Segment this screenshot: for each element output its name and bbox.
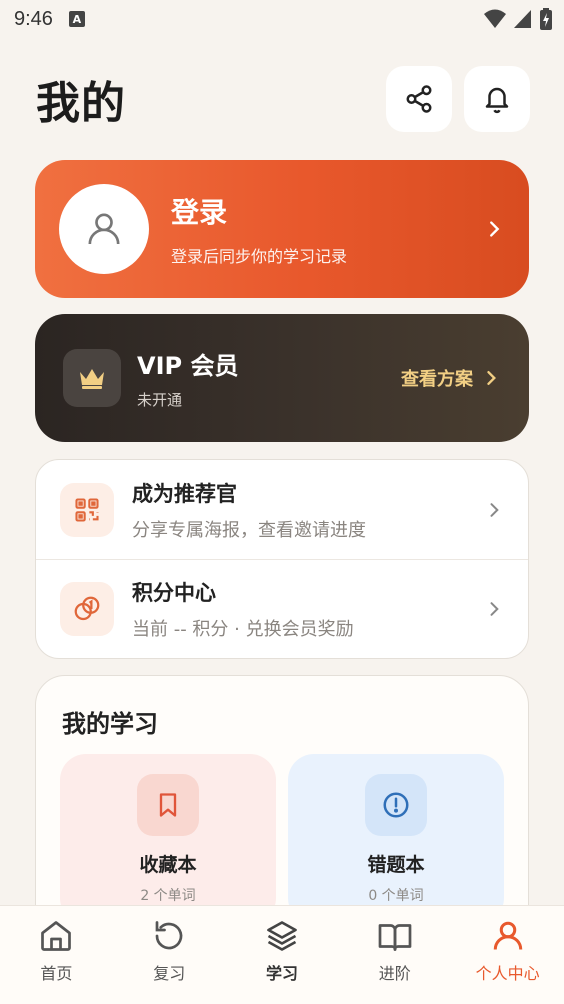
login-title: 登录: [171, 196, 228, 229]
menu-item-subtitle: 当前 -- 积分 · 兑换会员奖励: [132, 619, 354, 640]
crown-badge: [63, 349, 121, 407]
wifi-icon: [484, 9, 506, 28]
vip-status: 未开通: [137, 391, 183, 409]
menu-text: 积分中心 当前 -- 积分 · 兑换会员奖励: [132, 577, 484, 641]
menu-item-title: 成为推荐官: [132, 481, 237, 506]
header-actions: [386, 66, 530, 132]
login-text: 登录 登录后同步你的学习记录: [171, 191, 483, 267]
battery-icon: [540, 8, 552, 30]
vip-plans-link[interactable]: 查看方案: [401, 365, 501, 391]
nav-label: 个人中心: [475, 964, 540, 983]
user-icon: [493, 921, 522, 950]
vip-title: VIP 会员: [137, 352, 239, 380]
crown-icon: [80, 369, 104, 389]
coins-icon: [74, 596, 100, 621]
alert-circle-icon: [383, 792, 409, 818]
menu-item-points[interactable]: 积分中心 当前 -- 积分 · 兑换会员奖励: [36, 559, 528, 658]
tile-label: 错题本: [367, 854, 425, 876]
my-study-card: 我的学习 收藏本 2 个单词 错题本 0 个单词: [35, 675, 529, 935]
nav-item-profile[interactable]: 个人中心: [451, 906, 564, 1004]
nav-item-study[interactable]: 学习: [226, 906, 339, 1004]
page-header: 我的: [36, 66, 530, 132]
share-button[interactable]: [386, 66, 452, 132]
nav-item-review[interactable]: 复习: [113, 906, 226, 1004]
vip-card[interactable]: VIP 会员 未开通 查看方案: [35, 314, 529, 442]
bottom-nav: 首页 复习 学习 进阶 个人中心: [0, 905, 564, 1004]
chevron-right-icon: [487, 371, 496, 385]
menu-card: 成为推荐官 分享专属海报，查看邀请进度 积分中心 当前 -- 积分 · 兑换会员…: [35, 459, 529, 659]
nav-label: 复习: [153, 964, 186, 983]
bell-icon: [485, 87, 509, 114]
status-time: 9:46: [14, 7, 53, 30]
nav-item-advanced[interactable]: 进阶: [338, 906, 451, 1004]
layers-icon: [267, 921, 297, 951]
share-icon: [406, 85, 432, 113]
nav-label: 学习: [265, 964, 298, 983]
book-icon: [378, 924, 412, 951]
user-icon: [88, 213, 120, 245]
qr-code-icon: [75, 497, 99, 522]
menu-icon-box: [60, 482, 114, 537]
tile-label: 收藏本: [139, 854, 197, 876]
tile-count: 0 个单词: [368, 888, 424, 904]
login-subtitle: 登录后同步你的学习记录: [171, 247, 348, 266]
nav-item-home[interactable]: 首页: [0, 906, 113, 1004]
study-section-title: 我的学习: [62, 710, 158, 738]
avatar: [59, 184, 149, 274]
menu-item-referral[interactable]: 成为推荐官 分享专属海报，查看邀请进度: [36, 460, 528, 559]
refresh-icon: [155, 921, 183, 950]
menu-text: 成为推荐官 分享专属海报，查看邀请进度: [132, 478, 484, 542]
login-card[interactable]: 登录 登录后同步你的学习记录: [35, 160, 529, 298]
notification-icon: A: [68, 11, 85, 27]
vip-text: VIP 会员 未开通: [137, 346, 401, 410]
bookmark-icon: [159, 793, 177, 817]
menu-item-title: 积分中心: [132, 581, 216, 605]
chevron-right-icon: [490, 221, 500, 237]
nav-label: 首页: [40, 964, 73, 983]
mistakes-tile[interactable]: 错题本 0 个单词: [288, 754, 504, 924]
status-bar: 9:46 A: [0, 0, 564, 38]
vip-plans-label: 查看方案: [401, 369, 473, 390]
chevron-right-icon: [490, 602, 499, 616]
menu-item-subtitle: 分享专属海报，查看邀请进度: [132, 519, 366, 541]
tile-icon-box: [137, 774, 199, 836]
signal-icon: [514, 10, 531, 28]
menu-icon-box: [60, 582, 114, 636]
page-title: 我的: [36, 78, 126, 129]
chevron-right-icon: [490, 502, 499, 517]
notification-button[interactable]: [464, 66, 530, 132]
home-icon: [41, 921, 72, 951]
tile-icon-box: [365, 774, 427, 836]
nav-label: 进阶: [378, 964, 411, 983]
status-icons: [484, 8, 552, 30]
favorites-tile[interactable]: 收藏本 2 个单词: [60, 754, 276, 924]
tile-count: 2 个单词: [140, 888, 196, 904]
